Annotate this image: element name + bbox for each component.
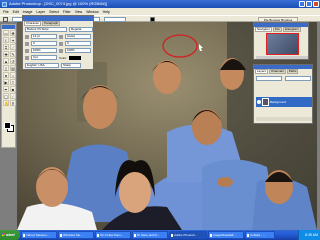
font-size-icon [25, 34, 29, 39]
notes-tool-icon[interactable]: ▢ [3, 93, 9, 99]
visibility-eye-icon[interactable] [257, 100, 261, 104]
system-tray-clock[interactable]: 8:35 AM [298, 230, 320, 240]
leading-icon [59, 34, 63, 39]
tracking-field[interactable]: 0 [65, 41, 91, 46]
layers-palette: Layers Channels Paths Background [253, 64, 313, 124]
photoshop-icon [2, 2, 7, 7]
blend-mode-select[interactable] [256, 76, 282, 81]
tab-histogram[interactable]: Histogram [282, 27, 301, 32]
menu-window[interactable]: Window [86, 10, 98, 14]
pen-tool-icon[interactable]: ✒ [3, 86, 9, 92]
font-style-field[interactable]: Regular [69, 27, 93, 32]
tab-navigator[interactable]: Navigator [255, 27, 272, 32]
lasso-tool-icon[interactable]: ℓ [3, 37, 9, 43]
slice-tool-icon[interactable]: ⟋ [10, 44, 16, 50]
healing-tool-icon[interactable]: ✚ [3, 51, 9, 57]
gradient-tool-icon[interactable]: ▤ [10, 65, 16, 71]
antialias-field[interactable]: Sharp [61, 63, 81, 68]
path-select-tool-icon[interactable]: ▶ [3, 79, 9, 85]
taskbar-button-newgame[interactable]: On A New Gam... [95, 231, 131, 239]
maximize-button[interactable] [306, 1, 312, 7]
crop-tool-icon[interactable]: ⌗ [3, 44, 9, 50]
vertical-scale-field[interactable]: 100% [31, 48, 57, 53]
app-icon [171, 234, 173, 237]
font-size-field[interactable]: 12 pt [31, 34, 57, 39]
stamp-tool-icon[interactable]: ▲ [3, 58, 9, 64]
blur-tool-icon[interactable]: ● [3, 72, 9, 78]
eyedropper-tool-icon[interactable]: ⁄ [10, 93, 16, 99]
layer-name: Background [270, 100, 287, 104]
menu-bar: File Edit Image Layer Select Filter View… [0, 8, 320, 15]
tracking-icon [59, 41, 63, 46]
app-icon [247, 234, 249, 237]
tab-paths[interactable]: Paths [286, 69, 299, 74]
window-title: Adobe Photoshop - [DSC_0074.jpg @ 100% (… [9, 1, 108, 6]
taskbar-button-yahoo[interactable]: Yahoo! Messen... [21, 231, 57, 239]
app-icon [60, 234, 62, 237]
close-button[interactable] [313, 1, 319, 7]
taskbar-button-windows[interactable]: Windows Me... [58, 231, 94, 239]
app-icon [134, 234, 136, 237]
color-label: Color: [59, 55, 68, 60]
taskbar-button-photoshop[interactable]: Adobe Photosh... [169, 231, 207, 239]
zoom-tool-icon[interactable]: ⚲ [10, 100, 16, 106]
leading-field[interactable]: (Auto) [65, 34, 91, 39]
navigator-palette: Navigator Info Histogram [253, 22, 309, 60]
menu-edit[interactable]: Edit [13, 10, 19, 14]
font-family-field[interactable]: Bodoni Xlt Stript [25, 27, 67, 32]
type-tool-icon[interactable]: T [10, 79, 16, 85]
menu-view[interactable]: View [75, 10, 83, 14]
language-select[interactable]: English: USA [25, 63, 59, 68]
opacity-field[interactable] [285, 76, 311, 81]
taskbar-button-untitled[interactable]: Untitled - ... [245, 231, 275, 239]
dodge-tool-icon[interactable]: ○ [10, 72, 16, 78]
character-color-swatch[interactable] [69, 55, 82, 60]
baseline-shift-icon [25, 55, 29, 60]
taskbar: start Yahoo! Messen... Windows Me... On … [0, 230, 320, 240]
taskbar-button-imageshack[interactable]: ImageShack&#... [208, 231, 244, 239]
minimize-button[interactable] [299, 1, 305, 7]
tab-info[interactable]: Info [272, 27, 282, 32]
menu-file[interactable]: File [3, 10, 9, 14]
vertical-scale-icon [25, 48, 29, 53]
app-icon [210, 234, 212, 237]
kerning-icon [25, 41, 29, 46]
navigator-thumbnail[interactable] [266, 33, 299, 55]
kerning-field[interactable]: 0 [31, 41, 57, 46]
horizontal-scale-field[interactable]: 100% [65, 48, 91, 53]
layer-thumbnail [262, 98, 269, 106]
magic-wand-tool-icon[interactable]: ✦ [10, 37, 16, 43]
marquee-tool-icon[interactable]: ▭ [3, 30, 9, 36]
baseline-shift-field[interactable]: 0 pt [31, 55, 57, 60]
hand-tool-icon[interactable]: ✋ [3, 100, 9, 106]
tab-channels[interactable]: Channels [269, 69, 286, 74]
character-palette: Character Paragraph Bodoni Xlt Stript Re… [22, 15, 94, 70]
app-icon [23, 234, 25, 237]
brush-tool-icon[interactable]: ✎ [10, 51, 16, 57]
menu-help[interactable]: Help [103, 10, 110, 14]
window-title-bar: Adobe Photoshop - [DSC_0074.jpg @ 100% (… [0, 0, 320, 8]
windows-flag-icon [2, 233, 5, 236]
menu-layer[interactable]: Layer [36, 10, 45, 14]
taskbar-button-drsano[interactable]: Dr Sano and hi... [132, 231, 168, 239]
app-icon [97, 234, 99, 237]
start-button[interactable]: start [0, 230, 20, 240]
eraser-tool-icon[interactable]: ▯ [3, 65, 9, 71]
menu-filter[interactable]: Filter [63, 10, 71, 14]
layers-bottom-toolbar [256, 117, 312, 121]
tab-layers[interactable]: Layers [255, 69, 269, 74]
tab-character[interactable]: Character [24, 21, 42, 26]
layer-row-background[interactable]: Background [256, 97, 312, 107]
move-tool-icon[interactable]: ✥ [10, 30, 16, 36]
zoom-slider[interactable] [256, 56, 308, 59]
tab-paragraph[interactable]: Paragraph [42, 21, 61, 26]
menu-image[interactable]: Image [23, 10, 33, 14]
shape-tool-icon[interactable]: ■ [10, 86, 16, 92]
menu-select[interactable]: Select [49, 10, 59, 14]
horizontal-scale-icon [59, 48, 63, 53]
history-brush-tool-icon[interactable]: ↺ [10, 58, 16, 64]
start-label: start [6, 232, 15, 237]
foreground-color-swatch[interactable] [4, 122, 11, 129]
toolbox-palette: ▭ ✥ ℓ ✦ ⌗ ⟋ ✚ ✎ ▲ ↺ ▯ ▤ ● ○ ▶ T ✒ ■ ▢ ⁄ … [1, 24, 16, 148]
